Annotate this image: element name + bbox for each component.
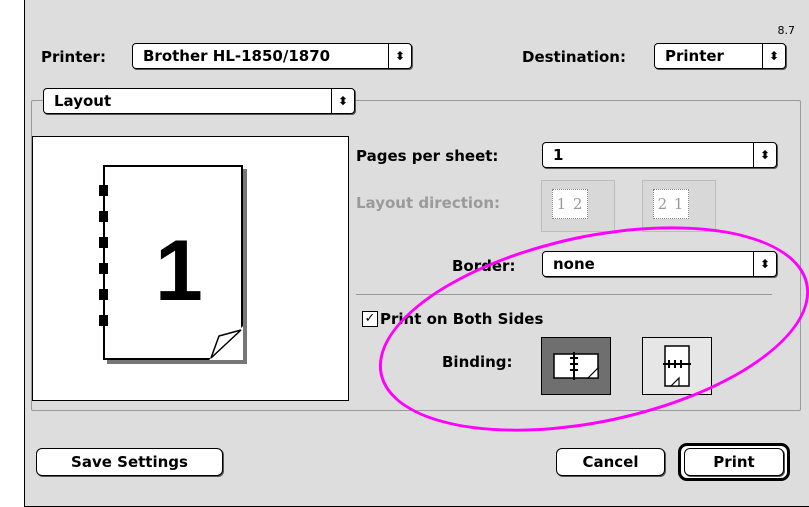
- binding-short-edge-button[interactable]: [642, 337, 712, 395]
- border-popup[interactable]: none ⬍: [542, 251, 777, 277]
- pages-per-sheet-value: 1: [553, 146, 564, 164]
- section-divider: [356, 294, 772, 295]
- direction-2-1-icon: 2 1: [653, 189, 689, 219]
- printer-value: Brother HL-1850/1870: [143, 47, 331, 65]
- border-value: none: [553, 255, 595, 273]
- binding-hole: [99, 289, 108, 300]
- binding-hole: [99, 315, 108, 326]
- direction-1-2-icon: 1 2: [552, 189, 588, 219]
- direction-left-to-right-button[interactable]: 1 2: [541, 180, 615, 232]
- binding-short-edge-icon: [663, 345, 691, 387]
- layout-direction-label: Layout direction:: [356, 194, 501, 212]
- binding-hole: [99, 263, 108, 274]
- destination-value: Printer: [665, 47, 724, 65]
- page-curl-icon: [209, 326, 243, 360]
- print-both-sides-label: Print on Both Sides: [380, 310, 544, 328]
- version-label: 8.7: [777, 24, 796, 37]
- destination-label: Destination:: [522, 48, 626, 66]
- updown-arrows-icon: ⬍: [753, 252, 776, 276]
- save-settings-button[interactable]: Save Settings: [36, 448, 223, 476]
- layout-preview: 1: [32, 136, 349, 401]
- binding-long-edge-icon: [553, 352, 599, 380]
- binding-hole: [99, 185, 108, 196]
- checkmark-icon: ✓: [364, 311, 376, 326]
- pages-per-sheet-popup[interactable]: 1 ⬍: [542, 142, 777, 168]
- updown-arrows-icon: ⬍: [753, 143, 776, 167]
- direction-right-to-left-button[interactable]: 2 1: [642, 180, 716, 232]
- cancel-button[interactable]: Cancel: [556, 448, 665, 476]
- preview-page: 1: [99, 165, 243, 360]
- printer-label: Printer:: [41, 48, 106, 66]
- binding-hole: [99, 211, 108, 222]
- panel-selector-value: Layout: [54, 92, 112, 110]
- binding-hole: [99, 237, 108, 248]
- pages-per-sheet-label: Pages per sheet:: [356, 147, 499, 165]
- print-both-sides-checkbox[interactable]: ✓: [362, 311, 378, 327]
- updown-arrows-icon: ⬍: [762, 44, 785, 68]
- destination-popup[interactable]: Printer ⬍: [654, 43, 786, 69]
- panel-selector-popup[interactable]: Layout ⬍: [43, 88, 355, 114]
- border-label: Border:: [452, 257, 516, 275]
- print-button[interactable]: Print: [684, 448, 784, 476]
- printer-popup[interactable]: Brother HL-1850/1870 ⬍: [132, 43, 412, 69]
- updown-arrows-icon: ⬍: [388, 44, 411, 68]
- preview-page-number: 1: [155, 223, 203, 319]
- updown-arrows-icon: ⬍: [331, 89, 354, 113]
- binding-long-edge-button[interactable]: [541, 337, 611, 395]
- binding-label: Binding:: [442, 353, 513, 371]
